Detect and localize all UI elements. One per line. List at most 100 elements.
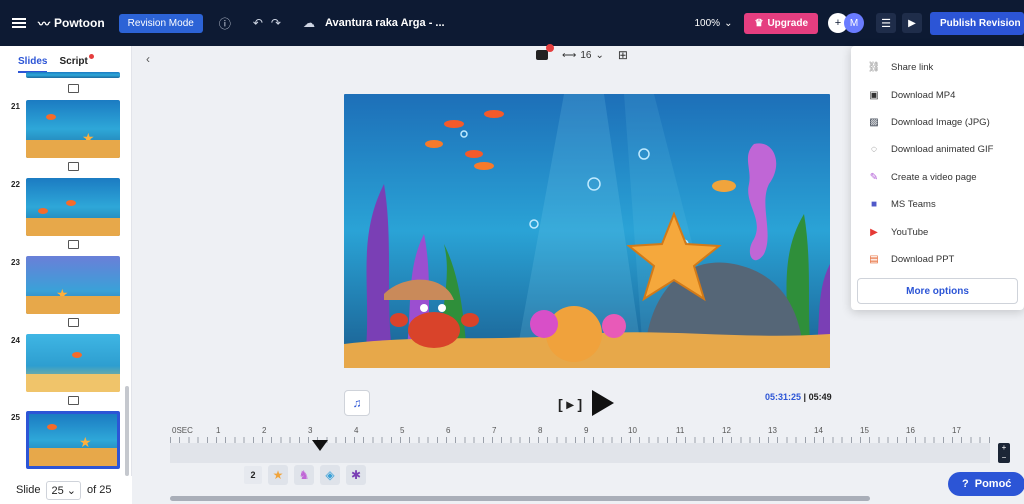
sidebar-scrollbar[interactable] <box>125 386 129 476</box>
transition-icon[interactable] <box>68 318 79 327</box>
ruler-label: 12 <box>722 426 731 435</box>
tab-script-label: Script <box>59 56 88 67</box>
revision-mode-badge[interactable]: Revision Mode <box>118 13 203 33</box>
redo-icon[interactable]: ↷ <box>271 16 281 30</box>
starfish-object-icon[interactable]: ★ <box>268 465 288 485</box>
timeline-zoom-control[interactable]: + − <box>998 443 1010 463</box>
transition-icon[interactable] <box>68 162 79 171</box>
timeline-scrollbar[interactable] <box>170 496 870 501</box>
menu-item-video-page[interactable]: ✎ Create a video page <box>851 164 1024 191</box>
transition-icon[interactable] <box>68 396 79 405</box>
video-page-icon: ✎ <box>869 171 879 183</box>
octopus-object-icon[interactable]: ✱ <box>346 465 366 485</box>
fish-shape <box>47 424 57 430</box>
slide-thumbnail[interactable] <box>26 178 120 236</box>
tab-slides[interactable]: Slides <box>18 56 48 73</box>
help-button[interactable]: ? Pomoć <box>948 472 1024 496</box>
slide-thumbnail[interactable] <box>26 72 120 78</box>
ruler-label: 6 <box>446 426 451 435</box>
crown-icon: ♛ <box>754 17 764 29</box>
powtoon-logo-icon: 〰 <box>38 16 51 31</box>
slide-number: 22 <box>11 180 20 189</box>
menu-item-share-link[interactable]: ⛓ Share link <box>851 54 1024 81</box>
help-icon: ? <box>962 478 969 490</box>
help-circle-icon[interactable]: ⓘ <box>219 15 231 32</box>
sand-shape <box>29 448 117 466</box>
ruler-label: 14 <box>814 426 823 435</box>
undo-icon[interactable]: ↶ <box>253 16 263 30</box>
record-camera-icon[interactable] <box>536 44 554 60</box>
top-bar: 〰 Powtoon Revision Mode ⓘ ↶ ↷ ☁ Avantura… <box>0 0 1024 46</box>
logo[interactable]: 〰 Powtoon <box>38 15 105 32</box>
slide-number: 21 <box>11 102 20 111</box>
record-badge <box>546 44 554 52</box>
ruler-label: 4 <box>354 426 359 435</box>
upgrade-label: Upgrade <box>767 17 808 29</box>
layer-row: 2 ★ ♞ ◈ ✱ <box>244 465 366 485</box>
comments-icon[interactable]: ☰ <box>876 13 896 33</box>
ruler-label: 13 <box>768 426 777 435</box>
fish-shape <box>46 114 56 120</box>
tab-script[interactable]: Script <box>59 54 94 73</box>
slide-number: 25 <box>11 413 20 422</box>
preview-play-icon[interactable]: ▶ <box>902 13 922 33</box>
slide-thumbnail[interactable]: ★ <box>26 100 120 158</box>
cloud-icon: ☁ <box>302 16 315 30</box>
slide-canvas[interactable] <box>344 94 830 368</box>
slide-label: Slide <box>16 484 41 496</box>
menu-item-download-mp4[interactable]: ▣ Download MP4 <box>851 81 1024 108</box>
project-title[interactable]: Avantura raka Arga - ... <box>325 17 445 29</box>
ruler-label: 0SEC <box>172 426 193 435</box>
publish-revision-button[interactable]: Publish Revision <box>930 11 1024 35</box>
publish-label: Publish Revision <box>940 17 1021 29</box>
menu-item-youtube[interactable]: ▶ YouTube <box>851 218 1024 245</box>
sand-shape <box>26 218 120 236</box>
zoom-select[interactable]: 100% ⌄ <box>695 18 733 29</box>
play-scene-button[interactable]: [ ▸ ] <box>558 396 582 413</box>
publish-dropdown-menu: ⛓ Share link ▣ Download MP4 ▨ Download I… <box>851 46 1024 310</box>
ruler-label: 15 <box>860 426 869 435</box>
seahorse-object-icon[interactable]: ♞ <box>294 465 314 485</box>
aspect-ratio-select[interactable]: ⟷ 16 ⌄ <box>562 50 604 61</box>
total-slides: of 25 <box>87 484 112 496</box>
ruler-label: 5 <box>400 426 405 435</box>
menu-item-download-image[interactable]: ▨ Download Image (JPG) <box>851 109 1024 136</box>
grid-icon[interactable]: ⊞ <box>618 48 628 62</box>
youtube-icon: ▶ <box>870 226 878 238</box>
slide-thumbnail[interactable] <box>26 334 120 392</box>
fish-object-icon[interactable]: ◈ <box>320 465 340 485</box>
menu-item-ms-teams[interactable]: ■ MS Teams <box>851 191 1024 218</box>
menu-item-label: YouTube <box>891 226 929 238</box>
zoom-in-icon[interactable]: + <box>998 443 1010 453</box>
slide-number: 24 <box>11 336 20 345</box>
playhead-handle[interactable] <box>312 440 328 451</box>
slide-thumbnail-selected[interactable]: ★ <box>26 411 120 469</box>
current-slide-value: 25 <box>51 484 64 497</box>
mp4-icon: ▣ <box>869 89 879 101</box>
collapse-sidebar-icon[interactable]: ‹ <box>146 52 150 66</box>
chevron-down-icon: ⌄ <box>66 484 76 497</box>
music-button[interactable]: ♫ <box>344 390 370 416</box>
zoom-out-icon[interactable]: − <box>998 453 1010 463</box>
gif-icon: ◌ <box>871 144 877 156</box>
timeline-track[interactable] <box>170 443 990 463</box>
play-icon[interactable] <box>592 390 614 416</box>
more-options-button[interactable]: More options <box>857 278 1018 304</box>
avatar[interactable]: M <box>844 13 864 33</box>
slide-select[interactable]: 25 ⌄ <box>46 480 81 500</box>
menu-item-download-gif[interactable]: ◌ Download animated GIF <box>851 136 1024 163</box>
layer-count-badge: 2 <box>244 466 262 484</box>
transition-icon[interactable] <box>68 240 79 249</box>
transition-icon[interactable] <box>68 84 79 93</box>
menu-icon[interactable] <box>12 18 26 28</box>
logo-text: Powtoon <box>54 16 105 30</box>
fish-shape <box>66 200 76 206</box>
ruler-label: 16 <box>906 426 915 435</box>
upgrade-button[interactable]: ♛ Upgrade <box>744 12 818 34</box>
music-note-icon: ♫ <box>352 396 362 410</box>
menu-item-download-ppt[interactable]: ▤ Download PPT <box>851 246 1024 273</box>
slide-thumbnail[interactable]: ★ <box>26 256 120 314</box>
time-display: 05:31:25 | 05:49 <box>765 392 832 402</box>
sand-shape <box>26 140 120 158</box>
menu-item-label: Download Image (JPG) <box>891 116 990 128</box>
